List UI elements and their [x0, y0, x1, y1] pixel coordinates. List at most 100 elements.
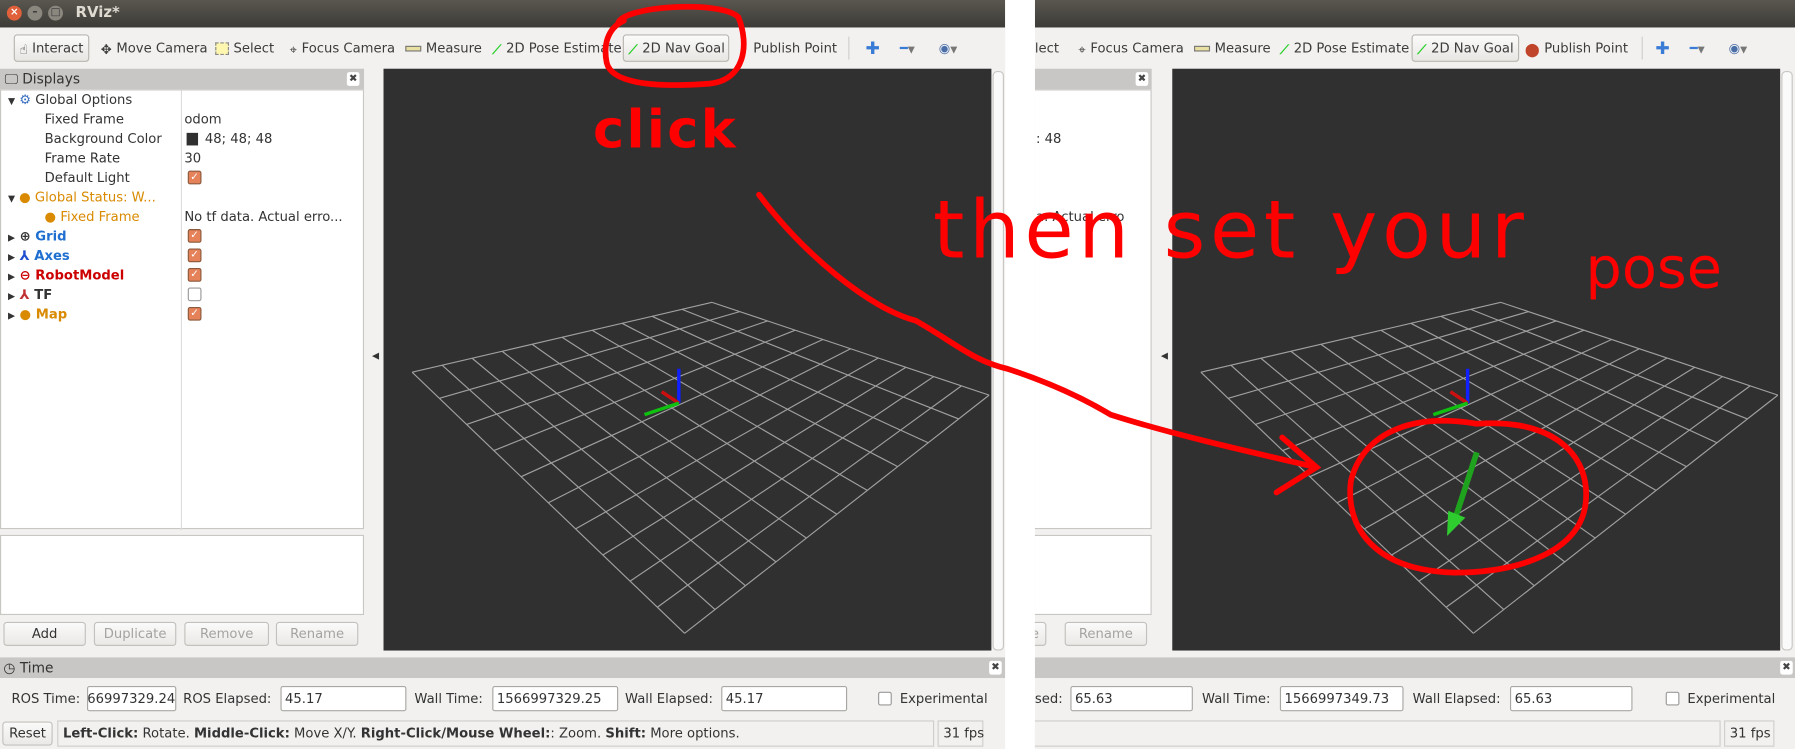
grid-line	[657, 385, 962, 608]
close-panel-button[interactable]: ✖	[1135, 72, 1149, 86]
ros-time-label: ROS Time:	[11, 690, 81, 707]
tool-2d-nav-goal[interactable]: ⟋ 2D Nav Goal	[622, 34, 730, 62]
checkbox[interactable]: ✓	[187, 248, 202, 263]
tool-2d-nav-goal[interactable]: ⟋ 2D Nav Goal	[1411, 34, 1520, 62]
checkbox[interactable]: ✓	[187, 306, 202, 321]
wall-elapsed-field[interactable]: 45.17	[721, 686, 848, 712]
warning-icon: ●	[44, 208, 57, 225]
add-button[interactable]: Add	[3, 621, 86, 646]
minimize-button[interactable]: –	[27, 5, 43, 21]
collapse-handle[interactable]: ◀	[1161, 350, 1168, 360]
close-panel-button[interactable]: ✖	[346, 72, 360, 86]
row-name: Grid	[35, 227, 67, 244]
view-options-eye-icon[interactable]: ◉▼	[1724, 34, 1752, 61]
rename-button[interactable]: Rename	[275, 621, 359, 646]
tree-row-fixed-frame-status[interactable]: ● Fixed Frame No tf data. Actual erro...	[1, 207, 343, 226]
ros-elapsed-field[interactable]: 65.63	[1070, 686, 1193, 712]
time-title: Time	[19, 659, 54, 676]
maximize-button[interactable]: □	[48, 5, 63, 21]
row-name: Axes	[34, 247, 70, 264]
tool-select[interactable]: Select	[211, 34, 279, 61]
experimental-checkbox[interactable]	[1665, 691, 1680, 706]
close-time-panel-button[interactable]: ✖	[1780, 660, 1793, 675]
tree-row-robotmodel[interactable]: ▶ ⊖ RobotModel ✓	[1, 266, 202, 285]
scrollbar[interactable]	[992, 71, 1004, 651]
3d-viewport[interactable]	[1172, 68, 1781, 651]
grid-line	[1391, 366, 1696, 556]
tool-publish-point[interactable]: Publish Point	[749, 34, 842, 61]
tree-row-global-status[interactable]: ▼ ● Global Status: W...	[1, 188, 156, 207]
close-time-panel-button[interactable]: ✖	[989, 660, 1002, 675]
tool-focus-camera[interactable]: ⌖ Focus Camera	[285, 34, 400, 61]
map-pin-icon: ⬤	[1524, 40, 1540, 57]
toolbar-separator	[848, 36, 850, 60]
tree-row-grid[interactable]: ▶ ⊕ Grid ✓	[1, 227, 202, 246]
tool-select[interactable]: lect	[1035, 34, 1064, 61]
add-tool-button[interactable]: ✚	[1651, 34, 1675, 61]
tool-2d-pose-estimate[interactable]: ⟋ 2D Pose Estimate	[1275, 34, 1413, 61]
displays-tree: ▼ ⚙ Global Options Fixed Frame odom Backg…	[0, 89, 365, 531]
experimental-checkbox[interactable]	[878, 691, 892, 706]
remove-button[interactable]: e	[1034, 621, 1047, 646]
title-bar: × – □ RViz*	[0, 0, 1006, 28]
tool-move-camera[interactable]: ✥ Move Camera	[96, 34, 212, 61]
tree-row-map[interactable]: ▶ ● Map ✓	[1, 305, 202, 324]
close-window-button[interactable]: ×	[6, 5, 22, 21]
row-name: Global Options	[35, 91, 133, 108]
tree-row-tf[interactable]: ▶ ⅄ TF	[1, 285, 202, 304]
column-divider	[180, 90, 183, 531]
row-value[interactable]: odom	[184, 110, 221, 129]
experimental-label: Experimental	[1687, 690, 1776, 707]
reset-button[interactable]: Reset	[2, 721, 53, 746]
tool-label: Interact	[32, 40, 84, 57]
add-tool-button[interactable]: ✚	[861, 34, 885, 61]
checkbox[interactable]: ✓	[187, 170, 202, 185]
toolbar-separator	[1641, 36, 1643, 60]
tree-row-default-light[interactable]: Default Light ✓	[1, 168, 202, 187]
focus-icon: ⌖	[1078, 40, 1086, 57]
focus-icon: ⌖	[289, 40, 298, 57]
status-text: Move X/Y.	[289, 724, 361, 742]
tool-focus-camera[interactable]: ⌖ Focus Camera	[1074, 34, 1189, 61]
remove-button[interactable]: Remove	[184, 621, 270, 646]
tool-interact[interactable]: ☝ Interact	[13, 34, 90, 62]
tool-measure[interactable]: Measure	[401, 34, 487, 61]
tree-row-axes[interactable]: ▶ ⅄ Axes ✓	[1, 246, 202, 265]
hand-icon: ☝	[19, 40, 28, 57]
tree-row-global-options[interactable]: ▼ ⚙ Global Options	[1, 90, 132, 109]
tool-label: Move Camera	[116, 40, 208, 57]
row-name: Background Color	[44, 130, 162, 147]
description-box	[0, 534, 365, 616]
scrollbar[interactable]	[1781, 71, 1793, 651]
tree-row-frame-rate[interactable]: Frame Rate 30	[1, 149, 201, 168]
green-arrow-icon: ⟋	[1417, 40, 1427, 57]
view-options-eye-icon[interactable]: ◉▼	[934, 34, 962, 61]
row-value[interactable]: 30	[184, 149, 201, 168]
tool-publish-point[interactable]: ⬤ Publish Point	[1520, 34, 1632, 61]
remove-tool-button[interactable]: ━▼	[1685, 34, 1709, 61]
tree-row-background-color[interactable]: Background Color 48; 48; 48	[1, 129, 273, 148]
checkbox[interactable]: ✓	[187, 268, 202, 282]
wall-time-field[interactable]: 1566997349.73	[1279, 686, 1404, 712]
rename-button[interactable]: Rename	[1064, 621, 1148, 646]
wall-time-label: Wall Time:	[1202, 690, 1271, 707]
row-value[interactable]: 48; 48; 48	[205, 129, 273, 148]
checkbox[interactable]	[187, 287, 202, 302]
duplicate-button[interactable]: Duplicate	[93, 621, 177, 646]
tool-measure[interactable]: Measure	[1189, 34, 1275, 61]
row-value: No tf data. Actual erro...	[184, 208, 343, 225]
experimental-label: Experimental	[899, 690, 988, 707]
ros-elapsed-field[interactable]: 45.17	[280, 686, 407, 712]
tool-label: Publish Point	[753, 40, 838, 57]
tool-label: 2D Pose Estimate	[506, 40, 622, 57]
tool-2d-pose-estimate[interactable]: ⟋ 2D Pose Estimate	[488, 34, 626, 61]
remove-tool-button[interactable]: ━▼	[895, 34, 919, 61]
wall-time-field[interactable]: 1566997329.25	[492, 686, 619, 712]
tree-row-fixed-frame[interactable]: Fixed Frame odom	[1, 110, 222, 129]
ros-time-field[interactable]: 1566997329.24	[87, 686, 177, 712]
gear-icon: ⚙	[19, 91, 32, 108]
row-name: Fixed Frame	[60, 208, 140, 225]
wall-elapsed-field[interactable]: 65.63	[1509, 686, 1633, 712]
collapse-handle[interactable]: ◀	[372, 350, 379, 360]
checkbox[interactable]: ✓	[187, 229, 202, 243]
